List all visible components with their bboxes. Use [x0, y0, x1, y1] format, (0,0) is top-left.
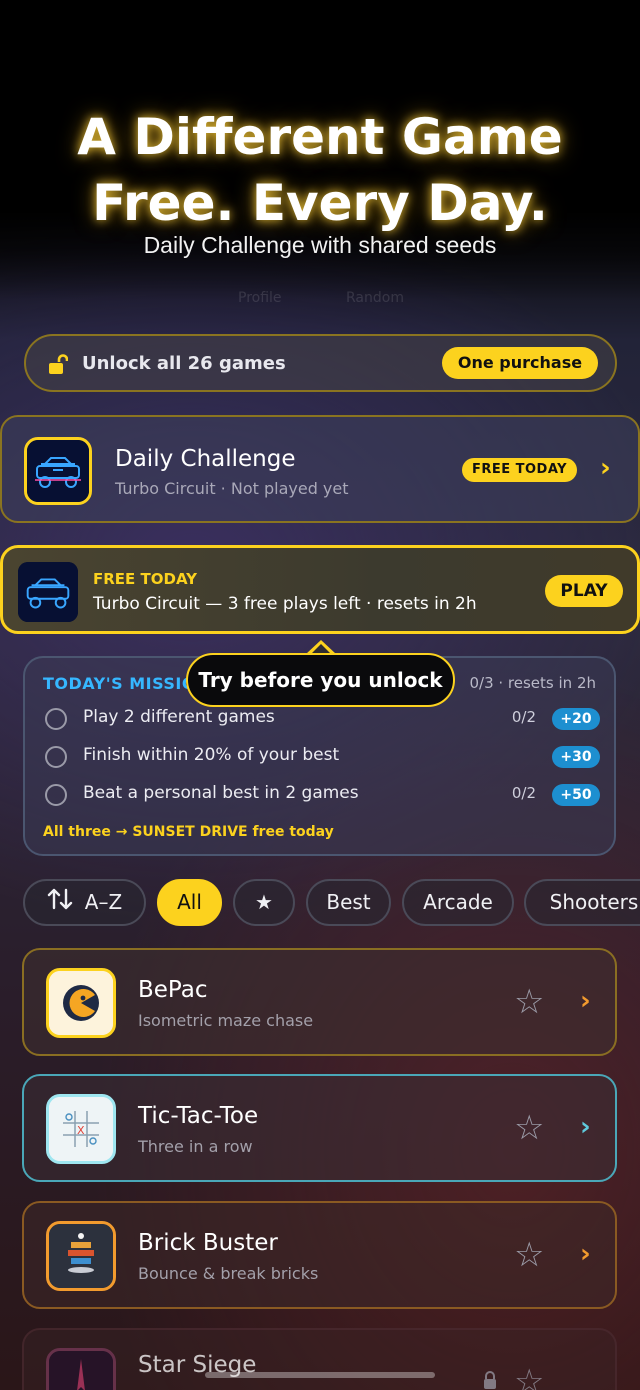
mission-progress: 0/2: [511, 784, 536, 802]
ghost-tab-random: Random: [346, 290, 404, 306]
daily-challenge-card[interactable]: Daily Challenge Turbo Circuit · Not play…: [0, 415, 640, 523]
star-outline-icon[interactable]: ☆: [514, 1108, 544, 1148]
mission-item[interactable]: Beat a personal best in 2 games 0/2 +50: [43, 780, 600, 810]
daily-challenge-title: Daily Challenge: [115, 446, 296, 472]
mission-item[interactable]: Play 2 different games 0/2 +20: [43, 704, 600, 734]
sort-button[interactable]: A–Z: [23, 879, 146, 926]
star-outline-icon[interactable]: ☆: [514, 982, 544, 1022]
free-today-badge: FREE TODAY: [462, 458, 577, 482]
svg-text:X: X: [77, 1124, 85, 1137]
mission-points: +20: [552, 708, 600, 730]
game-row-bepac[interactable]: BePac Isometric maze chase ☆ ›: [22, 948, 617, 1056]
tooltip: Try before you unlock: [186, 653, 455, 707]
game-subtitle: Three in a row: [138, 1137, 253, 1156]
sort-label: A–Z: [84, 890, 123, 914]
race-car-icon: [18, 562, 78, 622]
hero-title-line2: Free. Every Day.: [92, 174, 548, 232]
daily-challenge-subtitle: Turbo Circuit · Not played yet: [115, 479, 349, 498]
tic-tac-toe-icon: X: [46, 1094, 116, 1164]
game-name: Brick Buster: [138, 1230, 278, 1256]
game-row-brick-buster[interactable]: Brick Buster Bounce & break bricks ☆ ›: [22, 1201, 617, 1309]
game-name: BePac: [138, 977, 208, 1003]
ghost-tab-profile: Profile: [238, 290, 282, 306]
lock-icon: [482, 1370, 498, 1390]
mission-text: Beat a personal best in 2 games: [83, 783, 359, 803]
mission-points: +50: [552, 784, 600, 806]
brick-buster-icon: [46, 1221, 116, 1291]
mission-text: Play 2 different games: [83, 707, 275, 727]
filter-chip-shooters[interactable]: Shooters: [524, 879, 640, 926]
game-subtitle: Isometric maze chase: [138, 1011, 314, 1030]
missions-heading: TODAY'S MISSIO: [43, 674, 196, 693]
hero-subtitle: Daily Challenge with shared seeds: [143, 232, 497, 258]
filter-chip-arcade[interactable]: Arcade: [402, 879, 514, 926]
home-indicator: [205, 1372, 435, 1378]
missions-resets: 0/3 · resets in 2h: [469, 674, 596, 692]
chevron-right-icon: ›: [600, 453, 611, 483]
mission-progress: 0/2: [511, 708, 536, 726]
circle-checkbox-icon[interactable]: [45, 708, 67, 730]
circle-checkbox-icon[interactable]: [45, 746, 67, 768]
one-purchase-button[interactable]: One purchase: [442, 347, 598, 379]
game-name: Tic-Tac-Toe: [138, 1103, 259, 1129]
chevron-right-icon: ›: [580, 1112, 591, 1142]
mission-points: +30: [552, 746, 600, 768]
star-siege-icon: [46, 1348, 116, 1390]
chevron-right-icon: ›: [580, 986, 591, 1016]
game-row-star-siege[interactable]: Star Siege ☆: [22, 1328, 617, 1390]
circle-checkbox-icon[interactable]: [45, 784, 67, 806]
chevron-right-icon: ›: [580, 1239, 591, 1269]
star-outline-icon[interactable]: ☆: [514, 1235, 544, 1275]
unlock-all-banner[interactable]: Unlock all 26 games One purchase: [24, 334, 617, 392]
filter-chip-best[interactable]: Best: [306, 879, 391, 926]
play-button[interactable]: PLAY: [545, 575, 623, 607]
bepac-icon: [46, 968, 116, 1038]
hero-title-line1: A Different Game: [77, 108, 563, 166]
free-today-bar[interactable]: FREE TODAY Turbo Circuit — 3 free plays …: [0, 545, 640, 634]
mission-text: Finish within 20% of your best: [83, 745, 340, 765]
race-car-icon: [24, 437, 92, 505]
lock-open-icon: [48, 354, 69, 380]
game-row-tic-tac-toe[interactable]: X Tic-Tac-Toe Three in a row ☆ ›: [22, 1074, 617, 1182]
filter-chip-all[interactable]: All: [157, 879, 222, 926]
unlock-label: Unlock all 26 games: [82, 353, 286, 374]
sort-arrows-icon: [47, 882, 73, 925]
free-today-kicker: FREE TODAY: [93, 570, 197, 588]
mission-item[interactable]: Finish within 20% of your best +30: [43, 742, 600, 772]
filter-chip-favorites[interactable]: ★: [233, 879, 295, 926]
free-plays-line: Turbo Circuit — 3 free plays left · rese…: [93, 594, 477, 614]
hero-banner: A Different Game Free. Every Day. Daily …: [0, 0, 640, 300]
game-subtitle: Bounce & break bricks: [138, 1264, 319, 1283]
star-outline-icon[interactable]: ☆: [514, 1362, 544, 1390]
missions-reward-footer: All three → SUNSET DRIVE free today: [43, 824, 334, 840]
